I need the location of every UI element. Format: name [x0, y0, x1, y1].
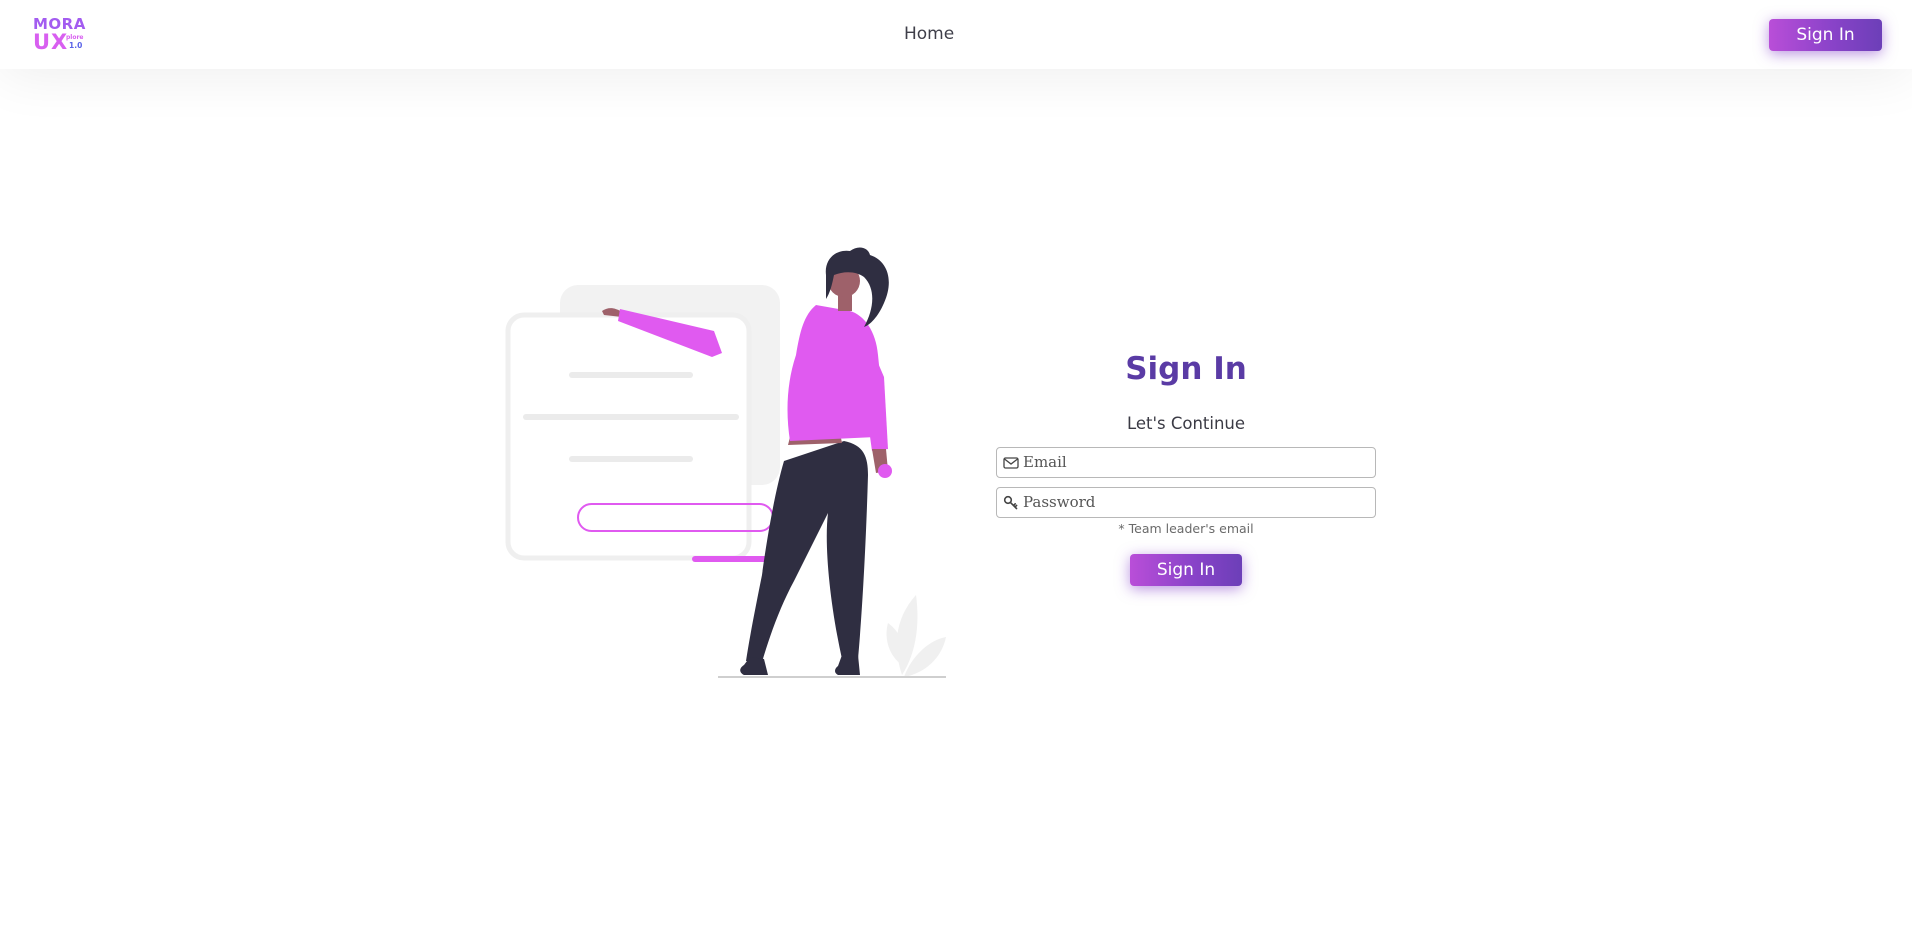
form-subtitle: Let's Continue	[1126, 414, 1246, 433]
person-shoe-right	[835, 655, 860, 675]
top-navbar: MORA UX plore 1.0 Home Sign In	[0, 0, 1912, 69]
signin-submit-button[interactable]: Sign In	[1130, 554, 1242, 586]
logo-text-plore: plore	[66, 34, 84, 41]
email-hint: * Team leader's email	[1118, 521, 1254, 536]
key-icon	[1003, 495, 1018, 510]
envelope-icon	[1003, 457, 1019, 469]
email-field[interactable]	[996, 447, 1376, 478]
person-neck	[838, 295, 852, 311]
form-title: Sign In	[1125, 351, 1247, 387]
moraux-logo[interactable]: MORA UX plore 1.0	[33, 16, 85, 54]
password-field[interactable]	[996, 487, 1376, 518]
password-input[interactable]	[1023, 491, 1368, 513]
logo-version: 1.0	[69, 41, 83, 50]
nav-home-link[interactable]: Home	[904, 22, 954, 46]
nav-signin-button[interactable]: Sign In	[1769, 19, 1882, 51]
person-shoe-left	[740, 657, 768, 675]
email-input[interactable]	[1023, 451, 1368, 473]
held-object	[878, 464, 892, 478]
logo-text-ux: UX	[33, 30, 69, 54]
login-illustration	[505, 247, 946, 678]
